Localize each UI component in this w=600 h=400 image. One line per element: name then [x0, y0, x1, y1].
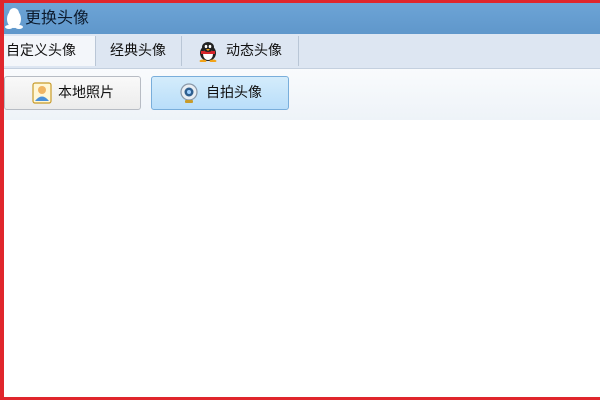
person-photo-icon: [32, 82, 52, 104]
qq-penguin-icon: [5, 8, 23, 29]
avatar-source-toolbar: 本地照片 自拍头像: [4, 69, 600, 120]
webcam-icon: [180, 83, 198, 103]
qq-penguin-color-icon: [199, 42, 217, 62]
avatar-content-area: [4, 120, 600, 397]
window-title: 更换头像: [25, 8, 90, 27]
tab-label: 自定义头像: [6, 43, 76, 59]
button-label: 自拍头像: [206, 85, 262, 101]
tab-label: 动态头像: [226, 43, 282, 59]
title-bar[interactable]: 更换头像: [4, 3, 600, 34]
tab-bar: 自定义头像 经典头像 动态头像: [4, 34, 600, 69]
selfie-avatar-button[interactable]: 自拍头像: [151, 76, 289, 110]
change-avatar-window: 更换头像 自定义头像 经典头像 动态头像 本地照片 自拍头像: [0, 0, 600, 400]
tab-classic-avatar[interactable]: 经典头像: [96, 36, 182, 66]
tab-label: 经典头像: [110, 43, 166, 59]
tab-custom-avatar[interactable]: 自定义头像: [4, 36, 96, 66]
tab-animated-avatar[interactable]: 动态头像: [182, 36, 299, 66]
button-label: 本地照片: [58, 85, 114, 101]
local-photo-button[interactable]: 本地照片: [4, 76, 141, 110]
